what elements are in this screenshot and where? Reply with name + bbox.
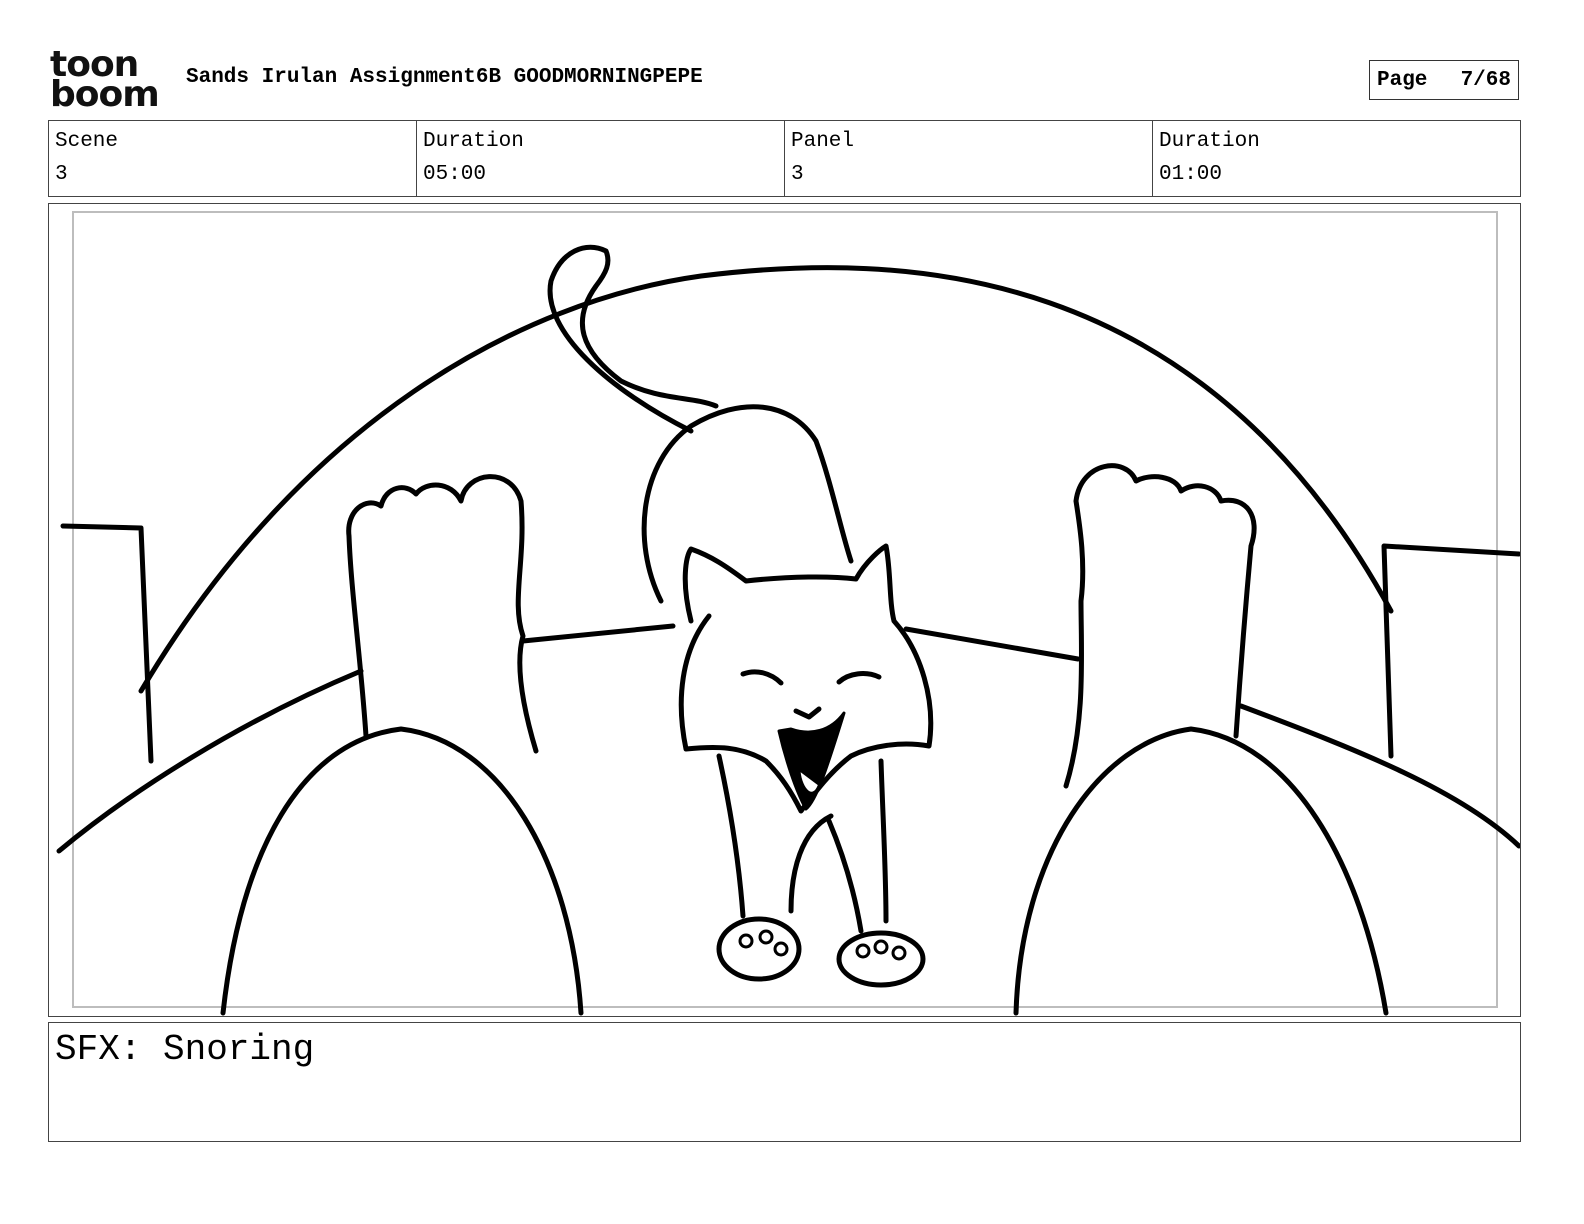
cat-tail <box>547 244 719 434</box>
page-number: 7/68 <box>1460 68 1511 92</box>
panel-value: 3 <box>791 163 804 186</box>
scene-cell: Scene 3 <box>49 121 417 196</box>
panel-duration-cell: Duration 01:00 <box>1153 121 1520 196</box>
scene-label: Scene <box>55 130 119 153</box>
cat-back <box>641 404 854 604</box>
cat-leg-left <box>716 753 746 919</box>
panel-duration-label: Duration <box>1159 130 1260 153</box>
panel-label: Panel <box>791 130 855 153</box>
panel-drawing <box>56 244 1520 1016</box>
cat-eye-left <box>740 669 784 686</box>
cat-leg-inner-left <box>788 813 834 914</box>
document-title: Sands Irulan Assignment6B GOODMORNINGPEP… <box>186 66 703 89</box>
left-foot <box>346 474 539 754</box>
cat-nose <box>793 706 822 720</box>
left-knee <box>220 726 584 1016</box>
headboard-left-post <box>60 523 154 764</box>
page-label: Page <box>1377 68 1428 92</box>
scene-duration-cell: Duration 05:00 <box>417 121 785 196</box>
mattress-edge-right <box>903 626 1081 662</box>
logo-bottom-text: boom <box>50 74 160 115</box>
headboard-right-post <box>1381 543 1520 759</box>
headboard-arc <box>138 265 1394 694</box>
panel-duration-value: 01:00 <box>1159 163 1223 186</box>
scene-duration-value: 05:00 <box>423 163 487 186</box>
cat-leg-inner-right <box>826 818 864 934</box>
scene-value: 3 <box>55 163 68 186</box>
page-indicator: Page 7/68 <box>1369 60 1519 100</box>
toonboom-logo: toon boom <box>50 47 166 115</box>
storyboard-panel <box>48 203 1521 1017</box>
sfx-note: SFX: Snoring <box>55 1029 315 1070</box>
cat-leg-right <box>878 758 889 924</box>
panel-notes: SFX: Snoring <box>48 1022 1521 1142</box>
scene-duration-label: Duration <box>423 130 524 153</box>
blanket-left <box>56 668 364 854</box>
panel-cell: Panel 3 <box>785 121 1153 196</box>
mattress-edge-left <box>520 623 676 644</box>
cat-eye-right <box>836 671 882 685</box>
panel-info-table: Scene 3 Duration 05:00 Panel 3 Duration … <box>48 120 1521 197</box>
